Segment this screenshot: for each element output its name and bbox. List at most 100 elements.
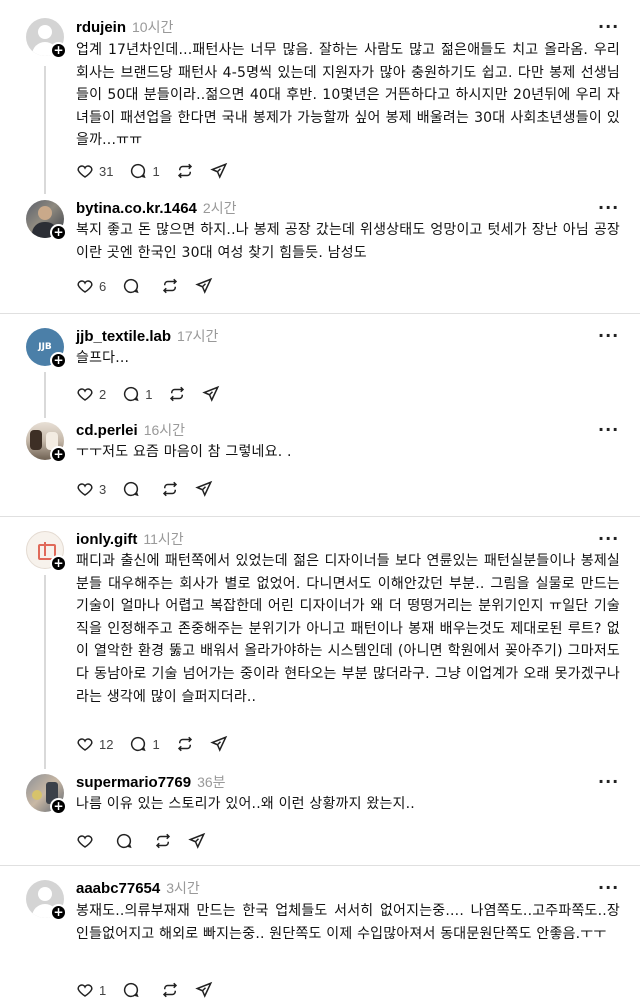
timestamp: 3시간 [166,880,200,896]
reply-button[interactable] [122,980,145,1000]
thread: + aaabc77654 3시간 ··· 봉재도..의류부재재 만드는 한국 업체… [0,866,640,1002]
reply-button[interactable] [115,831,138,851]
like-count: 2 [99,386,107,402]
like-button[interactable]: 1 [76,980,106,1000]
like-button[interactable]: 12 [76,734,113,754]
reply-button[interactable]: 1 [129,161,160,181]
repost-button[interactable] [161,479,179,499]
post-text: 복지 좋고 돈 많으면 하지..나 봉제 공장 갔는데 위생상태도 엉망이고 텃… [76,222,620,261]
share-button[interactable] [195,479,213,499]
reply-button[interactable]: 1 [129,734,160,754]
post-text: 봉재도..의류부재재 만드는 한국 업체들도 서서히 없어지는중.... 나염쪽… [76,903,620,942]
username[interactable]: bytina.co.kr.1464 [76,200,197,217]
reply-count: 1 [152,163,160,179]
share-button[interactable] [195,276,213,296]
repost-button[interactable] [161,276,179,296]
timestamp: 2시간 [202,200,237,216]
action-bar: 1 [76,980,229,1000]
comment-icon [131,163,147,179]
username[interactable]: ionly.gift [76,531,137,548]
heart-icon [77,483,93,496]
action-bar: 6 [76,276,229,296]
follow-plus-icon[interactable]: + [50,224,67,241]
avatar[interactable]: + [26,774,67,815]
send-icon [195,480,213,497]
comment-icon [116,833,132,849]
more-icon[interactable]: ··· [598,19,618,38]
follow-plus-icon[interactable]: + [50,446,67,463]
post-header: bytina.co.kr.1464 2시간 [76,198,236,218]
repost-button[interactable] [176,734,194,754]
avatar[interactable]: + [26,200,67,241]
send-icon [195,981,213,998]
heart-icon [77,388,93,401]
repost-button[interactable] [176,161,194,181]
comment-icon [124,386,139,402]
timestamp: 11시간 [143,531,184,547]
username[interactable]: jjb_textile.lab [76,328,171,345]
avatar[interactable]: + [26,880,67,921]
username[interactable]: aaabc77654 [76,880,160,897]
share-button[interactable] [195,980,213,1000]
reply-button[interactable] [122,276,145,296]
repost-button[interactable] [161,980,179,1000]
send-icon [188,832,206,849]
share-button[interactable] [209,734,228,754]
share-button[interactable] [202,384,220,404]
follow-plus-icon[interactable]: + [50,798,67,815]
reply-button[interactable]: 1 [122,384,152,404]
reply-button[interactable] [122,479,145,499]
action-bar: 2 1 [76,384,236,404]
heart-icon [77,738,93,751]
username[interactable]: cd.perlei [76,422,138,439]
follow-plus-icon[interactable]: + [50,42,67,59]
like-button[interactable]: 2 [76,384,106,404]
thread: + rdujein 10시간 ··· 업계 17년차인데...패턴사는 너무 많음… [0,0,640,314]
like-button[interactable]: 6 [76,276,106,296]
send-icon [195,277,213,294]
post-header: jjb_textile.lab 17시간 [76,326,218,346]
more-icon[interactable]: ··· [598,328,618,347]
avatar[interactable]: JJB + [26,328,67,369]
action-bar: 3 [76,479,229,499]
share-button[interactable] [188,831,206,851]
thread: + ionly.gift 11시간 ··· 패디과 출신에 패턴쪽에서 있었는데 … [0,517,640,866]
like-button[interactable]: 3 [76,479,106,499]
repost-button[interactable] [168,384,186,404]
share-button[interactable] [209,161,228,181]
more-icon[interactable]: ··· [598,774,618,793]
avatar[interactable]: + [26,531,67,572]
avatar[interactable]: + [26,422,67,463]
more-icon[interactable]: ··· [598,422,618,441]
avatar[interactable]: + [26,18,67,59]
repost-button[interactable] [154,831,172,851]
username[interactable]: rdujein [76,19,126,36]
repost-icon [163,278,178,294]
follow-plus-icon[interactable]: + [50,352,67,369]
more-icon[interactable]: ··· [598,880,618,899]
like-button[interactable]: 31 [76,161,113,181]
repost-icon [177,163,192,179]
repost-icon [163,982,178,998]
action-bar: 12 1 [76,734,244,754]
follow-plus-icon[interactable]: + [50,555,67,572]
repost-icon [155,833,171,849]
username[interactable]: supermario7769 [76,774,191,791]
post-text: 슬프다... [76,350,130,366]
follow-plus-icon[interactable]: + [50,904,67,921]
like-button[interactable] [76,831,99,851]
send-icon [202,385,220,402]
like-count: 3 [99,481,107,497]
post-header: rdujein 10시간 [76,17,173,37]
repost-icon [170,386,185,402]
more-icon[interactable]: ··· [598,200,618,219]
send-icon [209,162,227,179]
reply-count: 1 [145,386,153,402]
more-icon[interactable]: ··· [598,531,618,550]
post-header: aaabc77654 3시간 [76,878,200,898]
timestamp: 17시간 [177,328,219,344]
thread-connector-line [44,372,46,418]
timestamp: 10시간 [132,19,174,35]
comment-icon [124,982,139,998]
thread: JJB + jjb_textile.lab 17시간 ··· 슬프다... 2 1 [0,314,640,517]
